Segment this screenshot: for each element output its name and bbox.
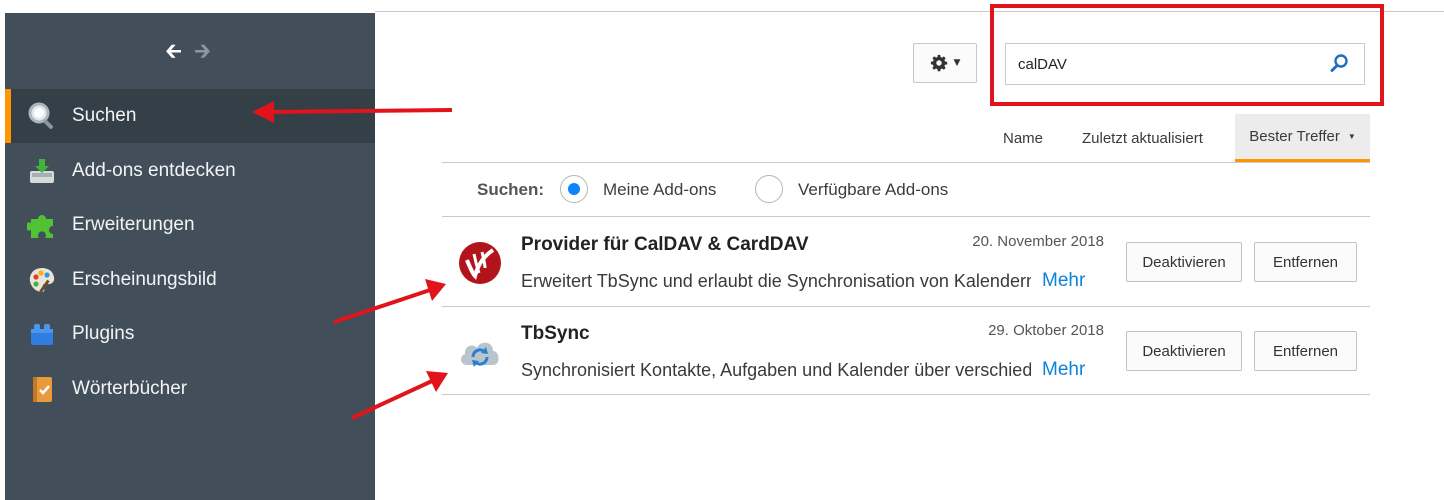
palette-icon — [27, 265, 57, 295]
sidebar-item-label: Erscheinungsbild — [72, 269, 217, 290]
download-tray-icon — [27, 156, 57, 186]
more-link[interactable]: Mehr — [1042, 359, 1085, 381]
annotation-highlight-box — [990, 4, 1384, 106]
filter-label: Suchen: — [477, 180, 545, 199]
sidebar-item-label: Plugins — [72, 323, 135, 344]
search-icon — [27, 101, 57, 131]
addon-name: TbSync — [521, 323, 590, 344]
sidebar: 🡰 🡲 Suchen Add-ons entdecken Erweiterung… — [5, 13, 375, 500]
remove-button[interactable]: Entfernen — [1254, 242, 1357, 282]
addon-date: 20. November 2018 — [972, 233, 1104, 250]
history-nav: 🡰 🡲 — [165, 39, 211, 63]
sidebar-item-search[interactable]: Suchen — [5, 89, 375, 143]
more-link[interactable]: Mehr — [1042, 270, 1085, 292]
sidebar-item-plugins[interactable]: Plugins — [5, 307, 375, 361]
addon-row[interactable]: TbSync 29. Oktober 2018 Synchronisiert K… — [443, 307, 1369, 395]
radio-my-addons-label[interactable]: Meine Add-ons — [603, 180, 716, 200]
addon-row[interactable]: Provider für CalDAV & CardDAV 20. Novemb… — [443, 218, 1369, 306]
deactivate-button[interactable]: Deaktivieren — [1126, 242, 1242, 282]
deactivate-button[interactable]: Deaktivieren — [1126, 331, 1242, 371]
radio-available-addons-label[interactable]: Verfügbare Add-ons — [798, 180, 948, 200]
sidebar-item-label: Suchen — [72, 105, 137, 126]
remove-button[interactable]: Entfernen — [1254, 331, 1357, 371]
radio-my-addons[interactable] — [560, 175, 588, 203]
sort-by-name[interactable]: Name — [1003, 114, 1043, 162]
addon-name: Provider für CalDAV & CardDAV — [521, 234, 809, 255]
tbsync-cloud-icon — [457, 329, 503, 375]
dictionary-icon — [27, 374, 57, 404]
puzzle-icon — [27, 210, 57, 240]
addon-description-text: Synchronisiert Kontakte, Aufgaben und Ka… — [521, 360, 1031, 380]
tools-menu-button[interactable]: ▼ — [913, 43, 977, 83]
arrow-right-icon[interactable]: 🡲 — [194, 39, 211, 63]
plugin-block-icon — [27, 319, 57, 349]
radio-available-addons[interactable] — [755, 175, 783, 203]
sidebar-item-discover[interactable]: Add-ons entdecken — [5, 144, 375, 198]
sort-best-label: Bester Treffer — [1249, 128, 1340, 145]
sort-by-best-match[interactable]: Bester Treffer ▼ — [1235, 114, 1370, 162]
divider — [442, 162, 1370, 163]
addon-description-text: Erweitert TbSync und erlaubt die Synchro… — [521, 271, 1031, 291]
chevron-down-icon: ▼ — [1347, 132, 1356, 141]
addon-description: Synchronisiert Kontakte, Aufgaben und Ka… — [521, 360, 1031, 381]
divider — [442, 216, 1370, 217]
sidebar-item-label: Wörterbücher — [72, 378, 188, 399]
addon-date: 29. Oktober 2018 — [988, 322, 1104, 339]
arrow-left-icon[interactable]: 🡰 — [165, 39, 182, 63]
addon-description: Erweitert TbSync und erlaubt die Synchro… — [521, 271, 1031, 292]
sidebar-item-label: Add-ons entdecken — [72, 160, 236, 181]
gear-icon — [930, 54, 947, 72]
sort-by-updated[interactable]: Zuletzt aktualisiert — [1082, 114, 1203, 162]
sidebar-item-label: Erweiterungen — [72, 214, 195, 235]
divider — [442, 394, 1370, 395]
sidebar-item-extensions[interactable]: Erweiterungen — [5, 198, 375, 252]
sidebar-item-themes[interactable]: Erscheinungsbild — [5, 253, 375, 307]
caldav-provider-icon — [457, 240, 503, 286]
sidebar-item-dictionaries[interactable]: Wörterbücher — [5, 362, 375, 416]
chevron-down-icon: ▼ — [953, 58, 961, 68]
